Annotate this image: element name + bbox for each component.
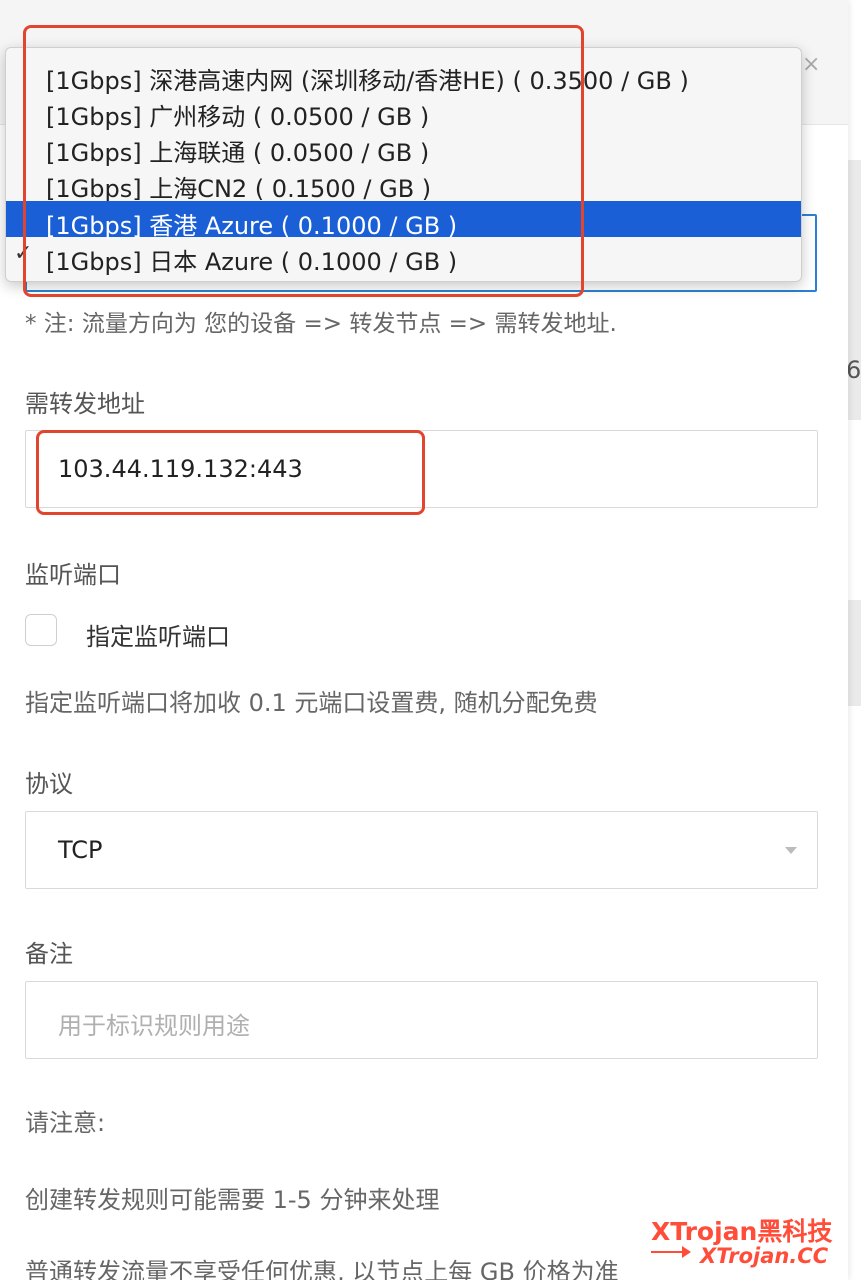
remark-input[interactable]: 用于标识规则用途 [25,981,818,1059]
listen-port-label: 监听端口 [25,561,121,589]
notice-line-2: 普通转发流量不享受任何优惠, 以节点上每 GB 价格为准 [25,1258,619,1280]
annotation-box [23,25,584,297]
background-strip [847,0,861,160]
remark-placeholder: 用于标识规则用途 [58,1012,250,1040]
target-address-label: 需转发地址 [25,390,145,418]
chevron-down-icon [785,847,797,854]
protocol-label: 协议 [25,770,73,798]
background-strip [847,706,861,1280]
watermark-text: XTrojan黑科技 [651,1217,833,1246]
close-icon[interactable]: × [802,52,820,77]
arrow-icon [651,1246,691,1258]
notice-line-1: 创建转发规则可能需要 1-5 分钟来处理 [25,1186,440,1214]
background-text: 6 [846,356,861,384]
background-strip [847,420,861,600]
listen-port-hint: 指定监听端口将加收 0.1 元端口设置费, 随机分配免费 [25,689,598,717]
remark-label: 备注 [25,940,73,968]
notice-title: 请注意: [25,1109,106,1137]
traffic-direction-note: * 注: 流量方向为 您的设备 => 转发节点 => 需转发地址. [25,311,617,337]
protocol-value: TCP [58,836,103,864]
annotation-box [36,430,425,515]
protocol-select[interactable]: TCP [25,811,818,889]
watermark-url: XTrojan.CC [700,1244,829,1268]
listen-port-checkbox-label[interactable]: 指定监听端口 [86,617,230,652]
listen-port-checkbox[interactable] [25,614,57,646]
